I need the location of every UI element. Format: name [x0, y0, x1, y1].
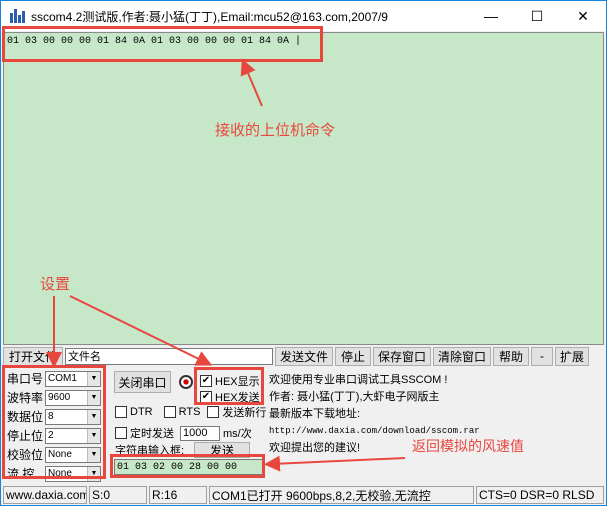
- help-button[interactable]: 帮助: [493, 346, 529, 366]
- annotation-box-hex: [194, 367, 264, 405]
- receive-area[interactable]: 01 03 00 00 00 01 84 0A 01 03 00 00 00 0…: [3, 32, 604, 345]
- send-newline-label: 发送新行: [222, 407, 267, 419]
- info-line-3: 最新版本下载地址:: [269, 408, 361, 420]
- collapse-button[interactable]: -: [531, 346, 553, 366]
- dtr-checkbox[interactable]: [115, 406, 127, 418]
- rts-label: RTS: [178, 406, 201, 418]
- info-line-2: 作者: 聂小猛(丁丁),大虾电子网版主: [269, 391, 440, 403]
- minimize-button[interactable]: —: [468, 1, 514, 31]
- file-toolbar: 打开文件 文件名 发送文件 停止 保存窗口 清除窗口 帮助 - 扩展: [3, 346, 606, 366]
- annotation-settings-note: 设置: [40, 276, 71, 293]
- close-button[interactable]: ✕: [560, 1, 606, 31]
- filename-field[interactable]: 文件名: [65, 347, 273, 365]
- annotation-box-settings: [2, 365, 106, 479]
- window-title: sscom4.2测试版,作者:聂小猛(丁丁),Email:mcu52@163.c…: [31, 9, 388, 24]
- annotation-box-send: [110, 454, 265, 478]
- send-file-button[interactable]: 发送文件: [275, 346, 333, 366]
- status-bar: www.daxia.com S:0 R:16 COM1已打开 9600bps,8…: [3, 486, 606, 505]
- status-received-count: R:16: [149, 486, 207, 504]
- rts-checkbox[interactable]: [163, 406, 176, 418]
- status-sent-count: S:0: [89, 486, 147, 504]
- timed-send-checkbox[interactable]: [115, 427, 127, 439]
- annotation-reply-note: 返回模拟的风速值: [412, 438, 524, 454]
- save-window-button[interactable]: 保存窗口: [373, 346, 431, 366]
- interval-input[interactable]: 1000: [180, 425, 220, 441]
- status-url[interactable]: www.daxia.com: [3, 486, 87, 504]
- interval-unit: ms/次: [223, 428, 252, 440]
- clear-window-button[interactable]: 清除窗口: [433, 346, 491, 366]
- close-port-button[interactable]: 关闭串口: [114, 371, 171, 393]
- status-port: COM1已打开 9600bps,8,2,无校验,无流控: [209, 486, 474, 504]
- annotation-box-receive: [2, 26, 323, 62]
- annotation-recv-note: 接收的上位机命令: [215, 122, 336, 139]
- port-status-indicator-icon: [179, 375, 193, 389]
- sscom-app-icon: [9, 8, 25, 24]
- send-newline-checkbox[interactable]: [207, 406, 220, 418]
- open-file-button[interactable]: 打开文件: [3, 346, 63, 366]
- status-lines: CTS=0 DSR=0 RLSD: [476, 486, 604, 504]
- info-line-1: 欢迎使用专业串口调试工具SSCOM !: [269, 374, 448, 386]
- timed-send-label: 定时发送: [130, 428, 174, 440]
- maximize-button[interactable]: ☐: [514, 1, 560, 31]
- expand-button[interactable]: 扩展: [555, 346, 589, 366]
- dtr-label: DTR: [130, 406, 153, 418]
- stop-button[interactable]: 停止: [335, 346, 371, 366]
